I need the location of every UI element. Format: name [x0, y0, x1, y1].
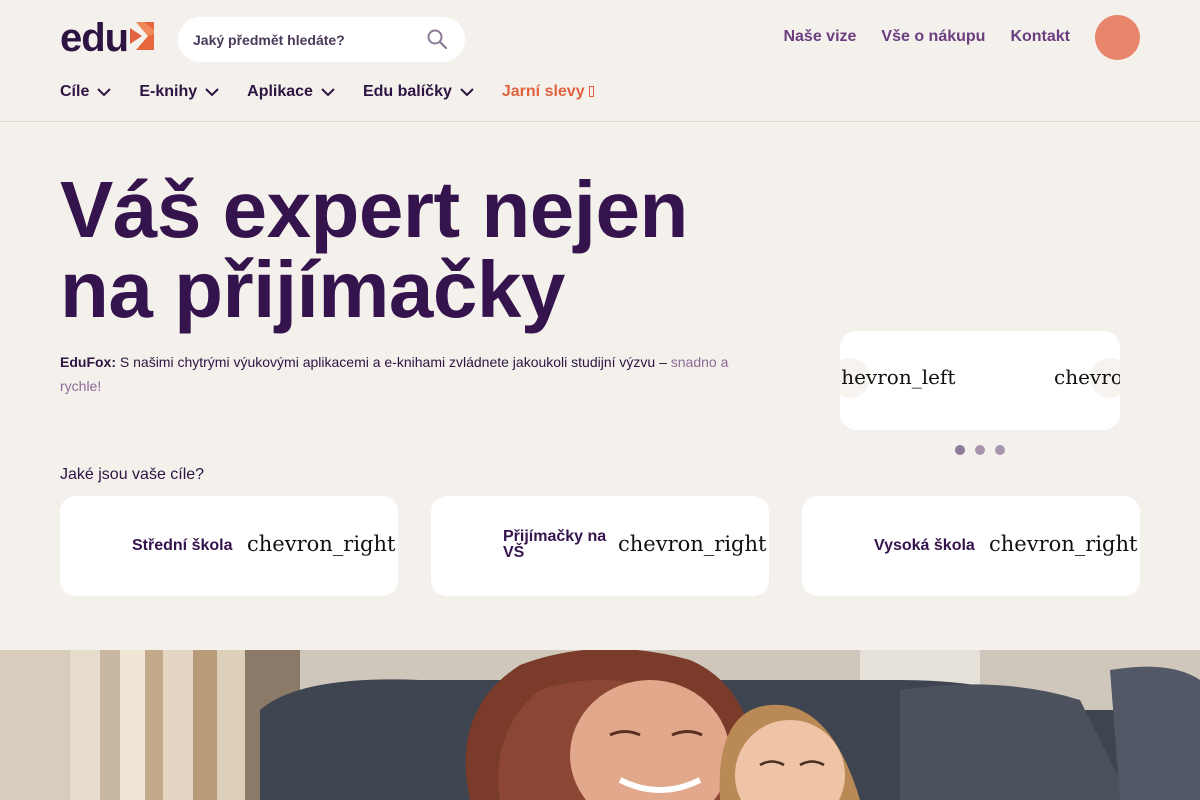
chevron-right-icon: chevron_right [618, 532, 767, 556]
search-icon[interactable] [426, 28, 448, 50]
link-nase-vize[interactable]: Naše vize [783, 28, 856, 46]
goal-card-label: Přijímačky na VŠ [503, 528, 607, 561]
promo-label: Jarní slevy [501, 83, 585, 100]
carousel-dot[interactable] [975, 445, 985, 455]
logo-text: edu [60, 16, 129, 60]
nav-item-label: E-knihy [139, 83, 198, 100]
link-vse-o-nakupu[interactable]: Vše o nákupu [881, 28, 985, 46]
missing-glyph-icon [588, 86, 594, 97]
nav-item-label: Edu balíčky [362, 83, 452, 100]
edu-logo[interactable]: edu [60, 16, 155, 60]
goal-card-label: Střední škola [132, 537, 233, 554]
goal-card-stredni-skola[interactable]: Střední škola chevron_right [60, 496, 398, 596]
nav-item-label: Aplikace [247, 83, 313, 100]
nav-item-e-knihy[interactable]: E-knihy [139, 83, 219, 101]
hero-title-line1: Váš expert nejen [60, 165, 688, 254]
nav-item-jarni-slevy[interactable]: Jarní slevy [502, 83, 594, 101]
nav-item-aplikace[interactable]: Aplikace [247, 83, 335, 101]
hero-photo [0, 650, 1200, 800]
link-kontakt[interactable]: Kontakt [1010, 28, 1070, 46]
chevron-down-icon [460, 87, 474, 96]
carousel-dot[interactable] [995, 445, 1005, 455]
goals-heading: Jaké jsou vaše cíle? [60, 466, 205, 483]
main-nav: Cíle E-knihy Aplikace Edu balíčky Jarní … [60, 83, 594, 101]
goal-card-prijimacky-vs[interactable]: Přijímačky na VŠ chevron_right [431, 496, 769, 596]
chevron-right-icon[interactable]: chevron_right [1054, 365, 1120, 389]
hero-photo-image [0, 650, 1200, 800]
carousel: chevron_left chevron_right [840, 331, 1120, 430]
fox-logo-icon [130, 22, 155, 50]
goal-card-label: Vysoká škola [874, 537, 975, 554]
chevron-right-icon: chevron_right [989, 532, 1138, 556]
goal-card-vysoka-skola[interactable]: Vysoká škola chevron_right [802, 496, 1140, 596]
top-links: Naše vize Vše o nákupu Kontakt [783, 28, 1070, 46]
chevron-left-icon[interactable]: chevron_left [840, 365, 955, 389]
hero-text: S našimi chytrými výukovými aplikacemi a… [119, 354, 667, 370]
chevron-down-icon [97, 87, 112, 96]
hero-subtitle: EduFox: S našimi chytrými výukovými apli… [60, 350, 760, 398]
site-header: edu Naše vize Vše o nákupu Kontakt Cíle … [0, 0, 1200, 122]
search-box[interactable] [178, 17, 465, 62]
carousel-dot[interactable] [955, 445, 965, 455]
carousel-dots [955, 445, 1005, 455]
search-input[interactable] [193, 31, 413, 48]
chevron-down-icon [205, 87, 219, 96]
nav-item-label: Cíle [60, 83, 90, 100]
user-avatar[interactable] [1095, 15, 1140, 60]
chevron-right-icon: chevron_right [247, 532, 396, 556]
hero-title: Váš expert nejen na přijímačky [60, 170, 780, 330]
hero-brand: EduFox: [60, 354, 116, 370]
chevron-down-icon [321, 87, 335, 96]
nav-item-edu-balicky[interactable]: Edu balíčky [363, 83, 474, 101]
nav-item-cile[interactable]: Cíle [60, 83, 112, 101]
hero-title-line2: na přijímačky [60, 245, 565, 334]
